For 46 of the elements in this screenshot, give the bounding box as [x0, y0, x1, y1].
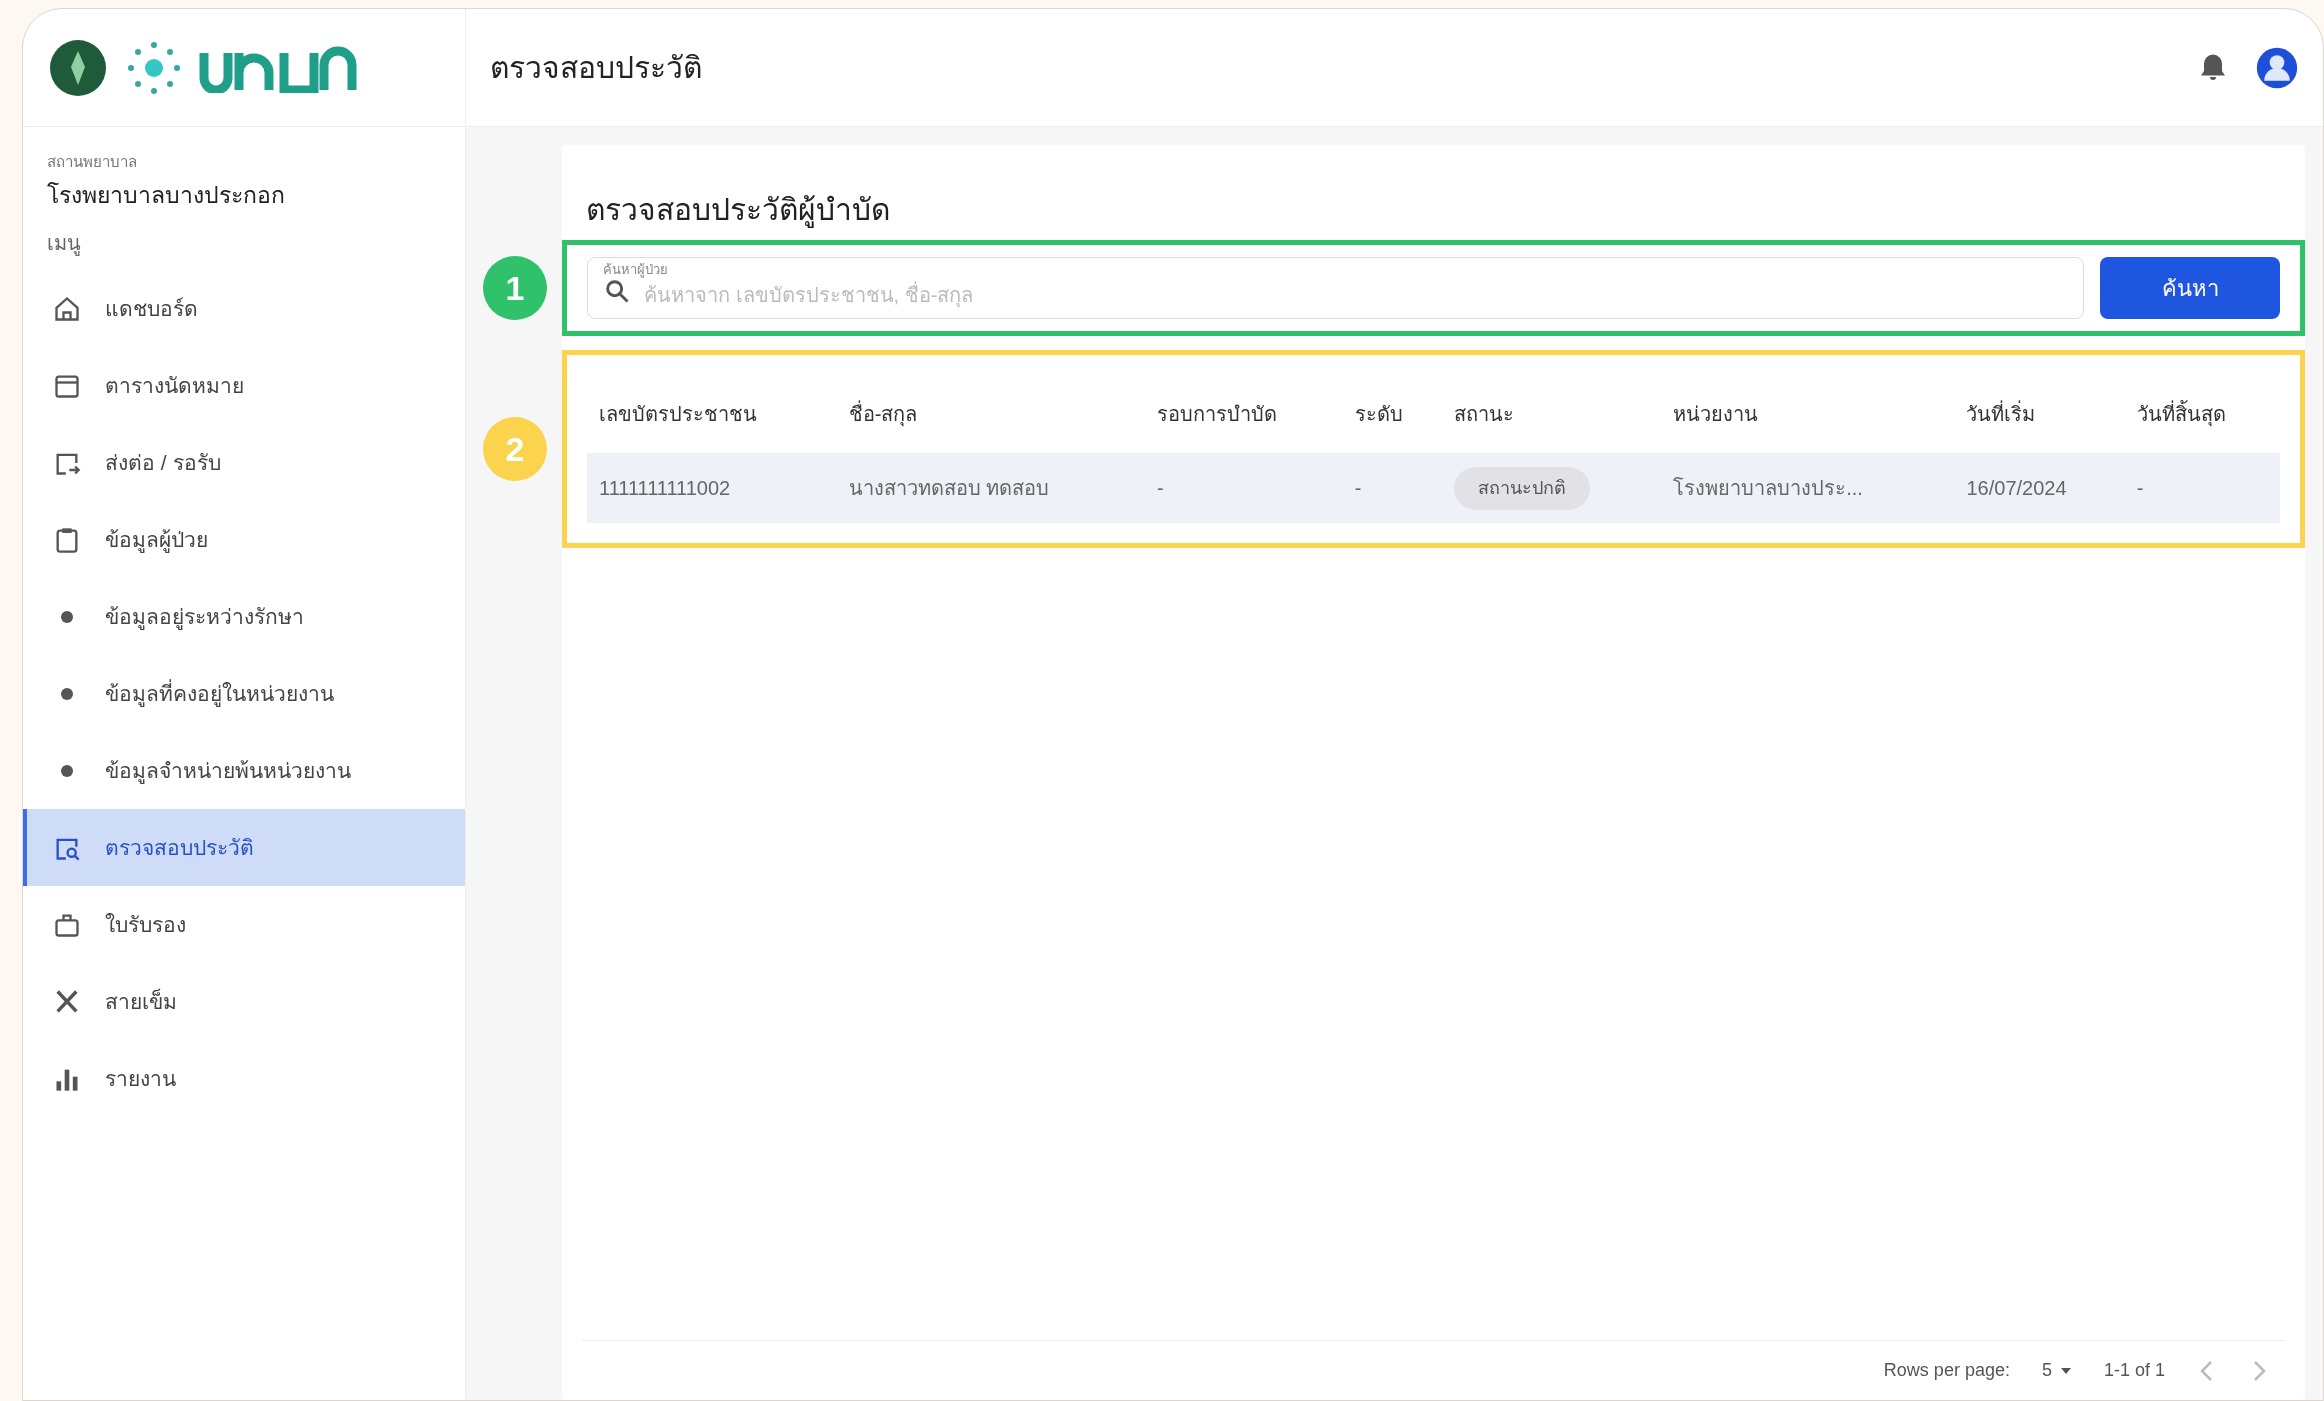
home-icon [53, 294, 81, 323]
page-header-title: ตรวจสอบประวัติ [490, 50, 702, 86]
column-header: รอบการบำบัด [1145, 375, 1343, 453]
sidebar-menu-item[interactable]: ส่งต่อ / รอรับ [23, 424, 465, 501]
search-button[interactable]: ค้นหา [2100, 257, 2280, 319]
column-header: สถานะ [1441, 375, 1662, 453]
sidebar-menu-item[interactable]: ตรวจสอบประวัติ [23, 809, 465, 886]
rows-per-page-select[interactable]: 5 [2041, 1357, 2072, 1384]
status-chip: สถานะปกติ [1453, 466, 1590, 510]
column-header: ระดับ [1342, 375, 1442, 453]
column-header: ชื่อ-สกุล [836, 375, 1146, 453]
dropdown-caret-icon [2059, 1366, 2072, 1375]
sidebar-menu-item[interactable]: ข้อมูลที่คงอยู่ในหน่วยงาน [23, 655, 465, 732]
column-header: เลขบัตรประชาชน [587, 375, 837, 453]
column-header: หน่วยงาน [1661, 375, 1955, 453]
column-header: วันที่เริ่ม [1954, 375, 2125, 453]
table-cell: 1111111111002 [587, 453, 837, 523]
sidebar-menu-item[interactable]: รายงาน [23, 1040, 465, 1117]
facility-name: โรงพยาบาลบางประกอก [47, 180, 286, 210]
sidebar-menu-item[interactable]: แดชบอร์ด [23, 270, 465, 347]
facility-label: สถานพยาบาล [47, 152, 138, 172]
table-cell: - [1342, 453, 1442, 523]
section-title: ตรวจสอบประวัติผู้บำบัด [585, 192, 891, 230]
table-cell: 16/07/2024 [1954, 453, 2125, 523]
table-cell: - [2124, 453, 2280, 523]
numbered-callout-badge: 1 [483, 256, 547, 320]
search-field-label: ค้นหาผู้ป่วย [603, 261, 668, 280]
table-cell: นางสาวทดสอบ ทดสอบ [836, 453, 1146, 523]
column-header: วันที่สิ้นสุด [2124, 375, 2280, 453]
menu-label: เมนู [47, 231, 82, 258]
sidebar-menu-item[interactable]: ข้อมูลผู้ป่วย [23, 501, 465, 578]
numbered-callout-badge: 2 [483, 417, 547, 481]
bullet-icon [60, 763, 74, 778]
bullet-icon [60, 686, 74, 701]
rows-per-page-label: Rows per page: [1883, 1359, 2010, 1382]
sidebar-menu-item[interactable]: ใบรับรอง [23, 886, 465, 963]
page-range: 1-1 of 1 [2103, 1359, 2165, 1382]
sidebar-menu-item[interactable]: ข้อมูลอยู่ระหว่างรักษา [23, 578, 465, 655]
user-avatar-icon[interactable] [2255, 45, 2299, 90]
sidebar-menu-item[interactable]: ตารางนัดหมาย [23, 347, 465, 424]
table-cell: - [1145, 453, 1343, 523]
sidebar-menu-item[interactable]: สายเข็ม [23, 963, 465, 1040]
bullet-icon [60, 609, 74, 624]
sidebar-menu-item[interactable]: ข้อมูลจำหน่ายพ้นหน่วยงาน [23, 732, 465, 809]
search-icon [603, 277, 631, 305]
table-cell: โรงพยาบาลบางประ... [1661, 453, 1955, 523]
